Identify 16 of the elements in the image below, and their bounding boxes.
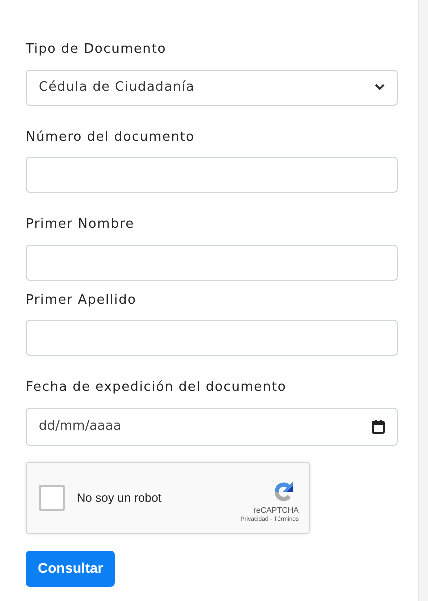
- field-label: Tipo de Documento: [26, 41, 168, 59]
- consultar-button[interactable]: Consultar: [26, 550, 116, 586]
- text-field[interactable]: [26, 244, 398, 280]
- field-label: Fecha de expedición del documento: [26, 379, 288, 397]
- text-field[interactable]: [26, 320, 398, 356]
- captcha-brand: reCAPTCHA: [254, 506, 299, 516]
- captcha-checkbox[interactable]: [39, 484, 65, 510]
- date-field[interactable]: dd/mm/aaaa: [26, 408, 398, 446]
- document-type-select[interactable]: Cédula de Ciudadanía: [26, 70, 398, 106]
- field-label: Primer Apellido: [26, 292, 138, 310]
- chevron-down-icon: [375, 84, 385, 91]
- captcha-label: No soy un robot: [77, 490, 163, 506]
- field-label: Número del documento: [26, 128, 196, 146]
- field-label: Primer Nombre: [26, 216, 136, 234]
- calendar-icon[interactable]: [372, 420, 385, 434]
- text-field[interactable]: [26, 157, 398, 193]
